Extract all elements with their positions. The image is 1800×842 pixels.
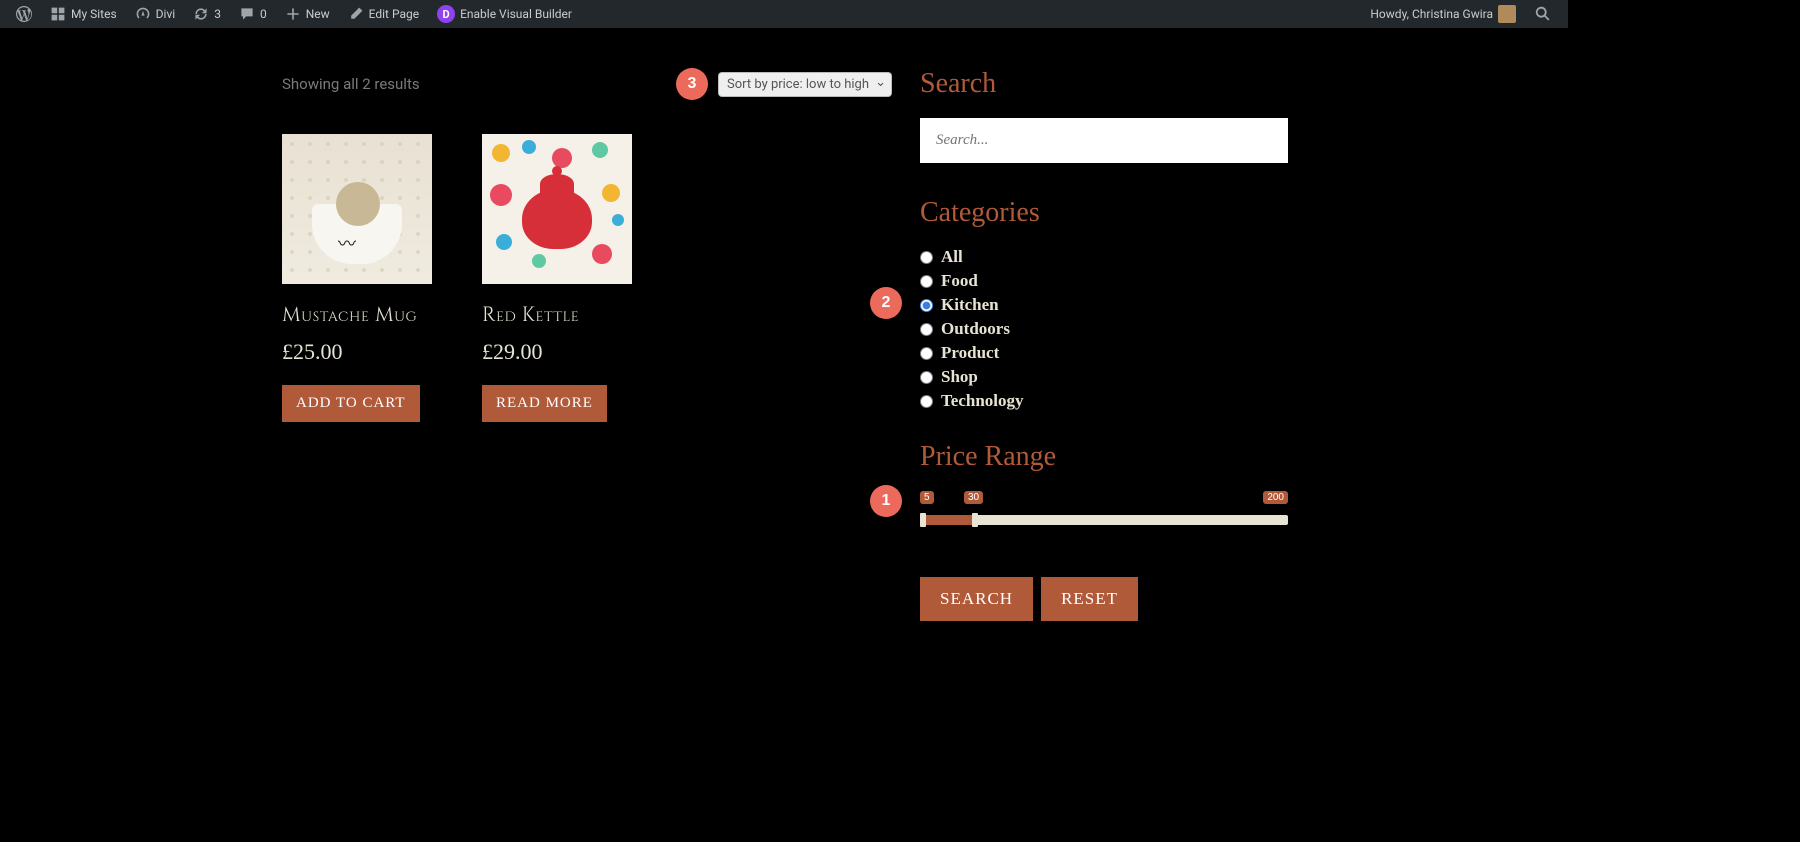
category-item[interactable]: Shop: [920, 367, 1288, 387]
category-radio[interactable]: [920, 323, 933, 336]
category-item[interactable]: Technology: [920, 391, 1288, 411]
product-card: Red Kettle £29.00 READ MORE: [482, 134, 632, 422]
sort-select[interactable]: Sort by price: low to high: [718, 72, 892, 97]
product-price: £25.00: [282, 339, 432, 365]
search-input[interactable]: [920, 118, 1288, 163]
category-label[interactable]: Shop: [941, 367, 978, 387]
plus-icon: [285, 6, 301, 22]
category-item[interactable]: All: [920, 247, 1288, 267]
pencil-icon: [348, 6, 364, 22]
my-sites-label: My Sites: [71, 7, 117, 21]
category-item[interactable]: Food: [920, 271, 1288, 291]
category-radio[interactable]: [920, 251, 933, 264]
reset-button[interactable]: RESET: [1041, 577, 1138, 621]
slider-max-label: 200: [1263, 491, 1288, 504]
categories-list: 2 All Food Kitchen Outdoors Product: [920, 247, 1288, 411]
product-image[interactable]: [482, 134, 632, 284]
admin-search[interactable]: [1526, 0, 1560, 28]
slider-value-label: 30: [964, 491, 983, 504]
my-sites-link[interactable]: My Sites: [42, 0, 125, 28]
product-price: £29.00: [482, 339, 632, 365]
product-title[interactable]: Mustache Mug: [282, 302, 432, 329]
site-name-link[interactable]: Divi: [127, 0, 184, 28]
category-radio[interactable]: [920, 299, 933, 312]
product-card: 〰 Mustache Mug £25.00 ADD TO CART: [282, 134, 432, 422]
category-label[interactable]: Product: [941, 343, 999, 363]
updates-count: 3: [214, 7, 221, 21]
add-to-cart-button[interactable]: ADD TO CART: [282, 385, 420, 422]
category-item[interactable]: Kitchen: [920, 295, 1288, 315]
annotation-2: 2: [870, 287, 902, 319]
category-label[interactable]: Technology: [941, 391, 1024, 411]
category-radio[interactable]: [920, 371, 933, 384]
sites-icon: [50, 6, 66, 22]
update-icon: [193, 6, 209, 22]
slider-min-label: 5: [920, 491, 934, 504]
category-radio[interactable]: [920, 347, 933, 360]
user-avatar: [1498, 5, 1516, 23]
category-label[interactable]: Food: [941, 271, 978, 291]
category-radio[interactable]: [920, 395, 933, 408]
slider-handle-max[interactable]: [972, 513, 978, 527]
read-more-button[interactable]: READ MORE: [482, 385, 607, 422]
site-name-label: Divi: [156, 7, 176, 21]
price-range-heading: Price Range: [920, 441, 1288, 473]
comments-count: 0: [260, 7, 267, 21]
edit-page-label: Edit Page: [369, 7, 419, 21]
annotation-3: 3: [676, 68, 708, 100]
visual-builder-link[interactable]: D Enable Visual Builder: [429, 0, 580, 28]
wp-logo[interactable]: [8, 0, 40, 28]
category-radio[interactable]: [920, 275, 933, 288]
updates-link[interactable]: 3: [185, 0, 229, 28]
edit-page-link[interactable]: Edit Page: [340, 0, 427, 28]
slider-fill: [920, 515, 974, 525]
product-image[interactable]: 〰: [282, 134, 432, 284]
howdy-label: Howdy, Christina Gwira: [1370, 7, 1493, 21]
comment-icon: [239, 6, 255, 22]
result-count: Showing all 2 results: [282, 75, 420, 93]
wp-admin-bar: My Sites Divi 3 0 New Edit Page D Enable…: [0, 0, 1568, 28]
search-icon: [1534, 5, 1552, 23]
new-content-link[interactable]: New: [277, 0, 338, 28]
search-heading: Search: [920, 68, 1288, 100]
category-item[interactable]: Product: [920, 343, 1288, 363]
price-slider[interactable]: 5 30 200: [920, 495, 1288, 527]
comments-link[interactable]: 0: [231, 0, 275, 28]
annotation-1: 1: [870, 485, 902, 517]
category-item[interactable]: Outdoors: [920, 319, 1288, 339]
product-title[interactable]: Red Kettle: [482, 302, 632, 329]
new-label: New: [306, 7, 330, 21]
divi-icon: D: [437, 5, 455, 23]
categories-heading: Categories: [920, 197, 1288, 229]
category-label[interactable]: Kitchen: [941, 295, 999, 315]
wordpress-icon: [16, 6, 32, 22]
category-label[interactable]: All: [941, 247, 963, 267]
howdy-user[interactable]: Howdy, Christina Gwira: [1362, 0, 1524, 28]
category-label[interactable]: Outdoors: [941, 319, 1010, 339]
gauge-icon: [135, 6, 151, 22]
search-button[interactable]: SEARCH: [920, 577, 1033, 621]
slider-handle-min[interactable]: [920, 513, 926, 527]
visual-builder-label: Enable Visual Builder: [460, 7, 572, 21]
